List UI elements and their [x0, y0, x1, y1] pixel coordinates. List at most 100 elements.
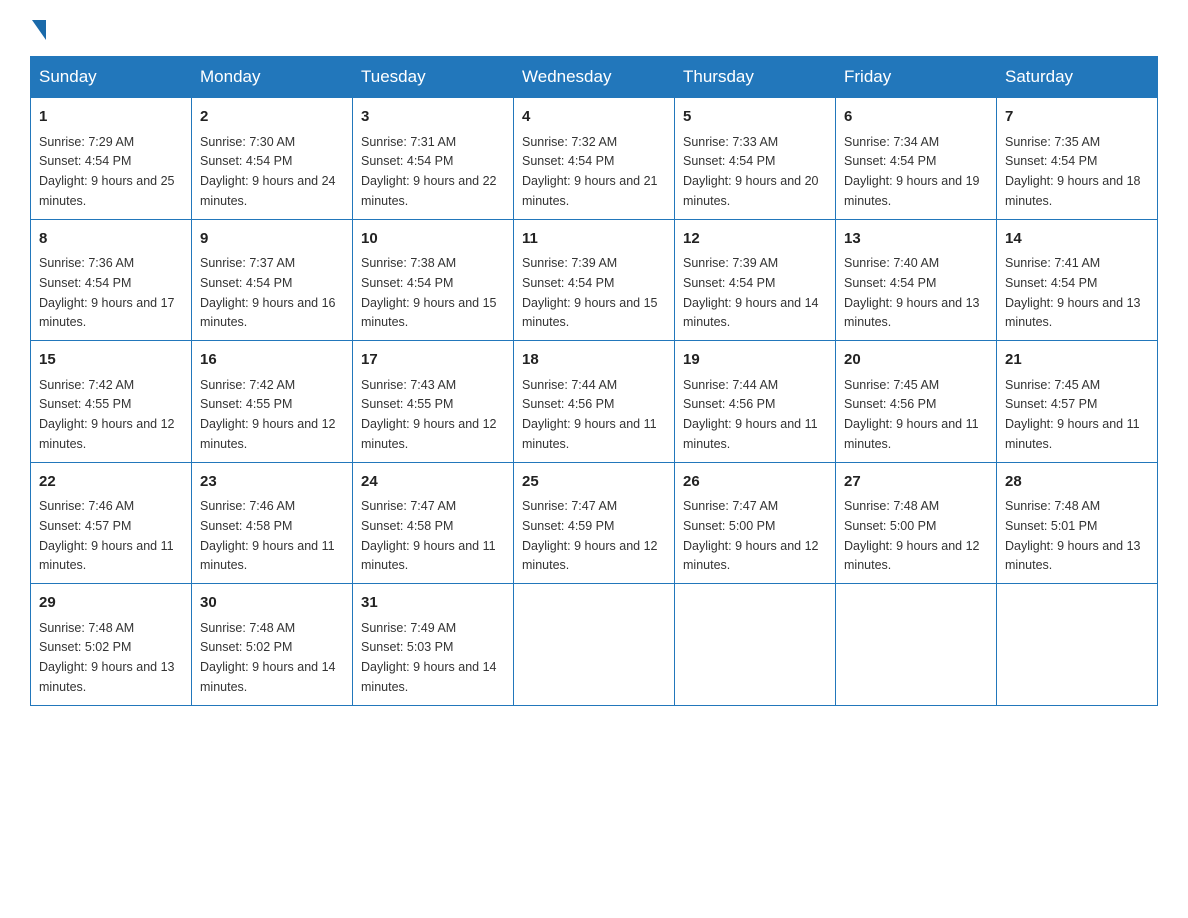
- daylight-info: Daylight: 9 hours and 24 minutes.: [200, 174, 336, 208]
- calendar-cell: 12Sunrise: 7:39 AMSunset: 4:54 PMDayligh…: [675, 219, 836, 341]
- calendar-week-row: 29Sunrise: 7:48 AMSunset: 5:02 PMDayligh…: [31, 584, 1158, 706]
- day-number: 2: [200, 106, 344, 129]
- day-number: 15: [39, 349, 183, 372]
- sunrise-info: Sunrise: 7:44 AM: [522, 378, 617, 392]
- calendar-header-row: SundayMondayTuesdayWednesdayThursdayFrid…: [31, 57, 1158, 98]
- daylight-info: Daylight: 9 hours and 15 minutes.: [361, 296, 497, 330]
- calendar-cell: 17Sunrise: 7:43 AMSunset: 4:55 PMDayligh…: [353, 341, 514, 463]
- daylight-info: Daylight: 9 hours and 13 minutes.: [844, 296, 980, 330]
- col-header-sunday: Sunday: [31, 57, 192, 98]
- daylight-info: Daylight: 9 hours and 11 minutes.: [683, 417, 818, 451]
- sunrise-info: Sunrise: 7:44 AM: [683, 378, 778, 392]
- sunrise-info: Sunrise: 7:48 AM: [844, 499, 939, 513]
- daylight-info: Daylight: 9 hours and 11 minutes.: [522, 417, 657, 451]
- calendar-cell: 23Sunrise: 7:46 AMSunset: 4:58 PMDayligh…: [192, 462, 353, 584]
- day-number: 25: [522, 471, 666, 494]
- sunrise-info: Sunrise: 7:39 AM: [522, 256, 617, 270]
- calendar-cell: [836, 584, 997, 706]
- calendar-cell: 3Sunrise: 7:31 AMSunset: 4:54 PMDaylight…: [353, 98, 514, 220]
- sunrise-info: Sunrise: 7:47 AM: [522, 499, 617, 513]
- page-header: [30, 20, 1158, 40]
- daylight-info: Daylight: 9 hours and 11 minutes.: [361, 539, 496, 573]
- logo: [30, 20, 48, 40]
- sunset-info: Sunset: 4:55 PM: [361, 397, 453, 411]
- sunset-info: Sunset: 4:54 PM: [361, 154, 453, 168]
- calendar-cell: 11Sunrise: 7:39 AMSunset: 4:54 PMDayligh…: [514, 219, 675, 341]
- sunset-info: Sunset: 5:02 PM: [200, 640, 292, 654]
- calendar-cell: 14Sunrise: 7:41 AMSunset: 4:54 PMDayligh…: [997, 219, 1158, 341]
- day-number: 3: [361, 106, 505, 129]
- sunrise-info: Sunrise: 7:41 AM: [1005, 256, 1100, 270]
- sunset-info: Sunset: 4:59 PM: [522, 519, 614, 533]
- daylight-info: Daylight: 9 hours and 12 minutes.: [361, 417, 497, 451]
- sunset-info: Sunset: 4:56 PM: [844, 397, 936, 411]
- sunset-info: Sunset: 4:55 PM: [39, 397, 131, 411]
- sunrise-info: Sunrise: 7:29 AM: [39, 135, 134, 149]
- sunset-info: Sunset: 4:54 PM: [39, 276, 131, 290]
- sunset-info: Sunset: 4:54 PM: [361, 276, 453, 290]
- daylight-info: Daylight: 9 hours and 20 minutes.: [683, 174, 819, 208]
- day-number: 12: [683, 228, 827, 251]
- day-number: 28: [1005, 471, 1149, 494]
- day-number: 7: [1005, 106, 1149, 129]
- sunset-info: Sunset: 4:54 PM: [844, 276, 936, 290]
- calendar-cell: 7 Sunrise: 7:35 AM Sunset: 4:54 PM Daylight…: [997, 98, 1158, 220]
- sunset-info: Sunset: 4:54 PM: [683, 276, 775, 290]
- sunset-info: Sunset: 4:54 PM: [39, 154, 131, 168]
- col-header-thursday: Thursday: [675, 57, 836, 98]
- calendar-cell: 9Sunrise: 7:37 AMSunset: 4:54 PMDaylight…: [192, 219, 353, 341]
- daylight-info: Daylight: 9 hours and 19 minutes.: [844, 174, 980, 208]
- calendar-cell: 13 Sunrise: 7:40 AM Sunset: 4:54 PM Dayligh…: [836, 219, 997, 341]
- sunrise-info: Sunrise: 7:45 AM: [844, 378, 939, 392]
- sunset-info: Sunset: 4:56 PM: [522, 397, 614, 411]
- sunset-info: Sunset: 4:54 PM: [683, 154, 775, 168]
- calendar-cell: 31Sunrise: 7:49 AMSunset: 5:03 PMDayligh…: [353, 584, 514, 706]
- sunrise-info: Sunrise: 7:46 AM: [39, 499, 134, 513]
- calendar-cell: 4Sunrise: 7:32 AMSunset: 4:54 PMDaylight…: [514, 98, 675, 220]
- day-number: 19: [683, 349, 827, 372]
- sunrise-info: Sunrise: 7:43 AM: [361, 378, 456, 392]
- sunset-info: Sunset: 4:54 PM: [844, 154, 936, 168]
- calendar-cell: 16Sunrise: 7:42 AMSunset: 4:55 PMDayligh…: [192, 341, 353, 463]
- daylight-info: Daylight: 9 hours and 18 minutes.: [1005, 174, 1141, 208]
- daylight-info: Daylight: 9 hours and 16 minutes.: [200, 296, 336, 330]
- sunrise-info: Sunrise: 7:33 AM: [683, 135, 778, 149]
- col-header-tuesday: Tuesday: [353, 57, 514, 98]
- col-header-friday: Friday: [836, 57, 997, 98]
- day-number: 1: [39, 106, 183, 129]
- day-number: 14: [1005, 228, 1149, 251]
- sunset-info: Sunset: 4:58 PM: [361, 519, 453, 533]
- daylight-info: Daylight: 9 hours and 12 minutes.: [39, 417, 175, 451]
- day-number: 6: [844, 106, 988, 129]
- calendar-week-row: 15 Sunrise: 7:42 AM Sunset: 4:55 PM Dayligh…: [31, 341, 1158, 463]
- calendar-cell: [675, 584, 836, 706]
- calendar-cell: 15 Sunrise: 7:42 AM Sunset: 4:55 PM Dayligh…: [31, 341, 192, 463]
- sunset-info: Sunset: 5:03 PM: [361, 640, 453, 654]
- sunset-info: Sunset: 5:02 PM: [39, 640, 131, 654]
- day-number: 4: [522, 106, 666, 129]
- sunrise-info: Sunrise: 7:49 AM: [361, 621, 456, 635]
- daylight-info: Daylight: 9 hours and 11 minutes.: [844, 417, 979, 451]
- calendar-cell: 8Sunrise: 7:36 AMSunset: 4:54 PMDaylight…: [31, 219, 192, 341]
- sunset-info: Sunset: 4:54 PM: [1005, 154, 1097, 168]
- calendar-cell: 27Sunrise: 7:48 AMSunset: 5:00 PMDayligh…: [836, 462, 997, 584]
- day-number: 13: [844, 228, 988, 251]
- daylight-info: Daylight: 9 hours and 14 minutes.: [200, 660, 336, 694]
- day-number: 16: [200, 349, 344, 372]
- calendar-week-row: 1 Sunrise: 7:29 AM Sunset: 4:54 PM Daylight…: [31, 98, 1158, 220]
- sunset-info: Sunset: 5:00 PM: [683, 519, 775, 533]
- daylight-info: Daylight: 9 hours and 25 minutes.: [39, 174, 175, 208]
- sunrise-info: Sunrise: 7:34 AM: [844, 135, 939, 149]
- daylight-info: Daylight: 9 hours and 12 minutes.: [683, 539, 819, 573]
- day-number: 18: [522, 349, 666, 372]
- sunrise-info: Sunrise: 7:42 AM: [39, 378, 134, 392]
- logo-arrow-icon: [32, 20, 46, 40]
- sunrise-info: Sunrise: 7:30 AM: [200, 135, 295, 149]
- daylight-info: Daylight: 9 hours and 21 minutes.: [522, 174, 658, 208]
- day-number: 26: [683, 471, 827, 494]
- sunrise-info: Sunrise: 7:32 AM: [522, 135, 617, 149]
- sunrise-info: Sunrise: 7:35 AM: [1005, 135, 1100, 149]
- daylight-info: Daylight: 9 hours and 13 minutes.: [1005, 296, 1141, 330]
- calendar-cell: 21Sunrise: 7:45 AMSunset: 4:57 PMDayligh…: [997, 341, 1158, 463]
- sunrise-info: Sunrise: 7:40 AM: [844, 256, 939, 270]
